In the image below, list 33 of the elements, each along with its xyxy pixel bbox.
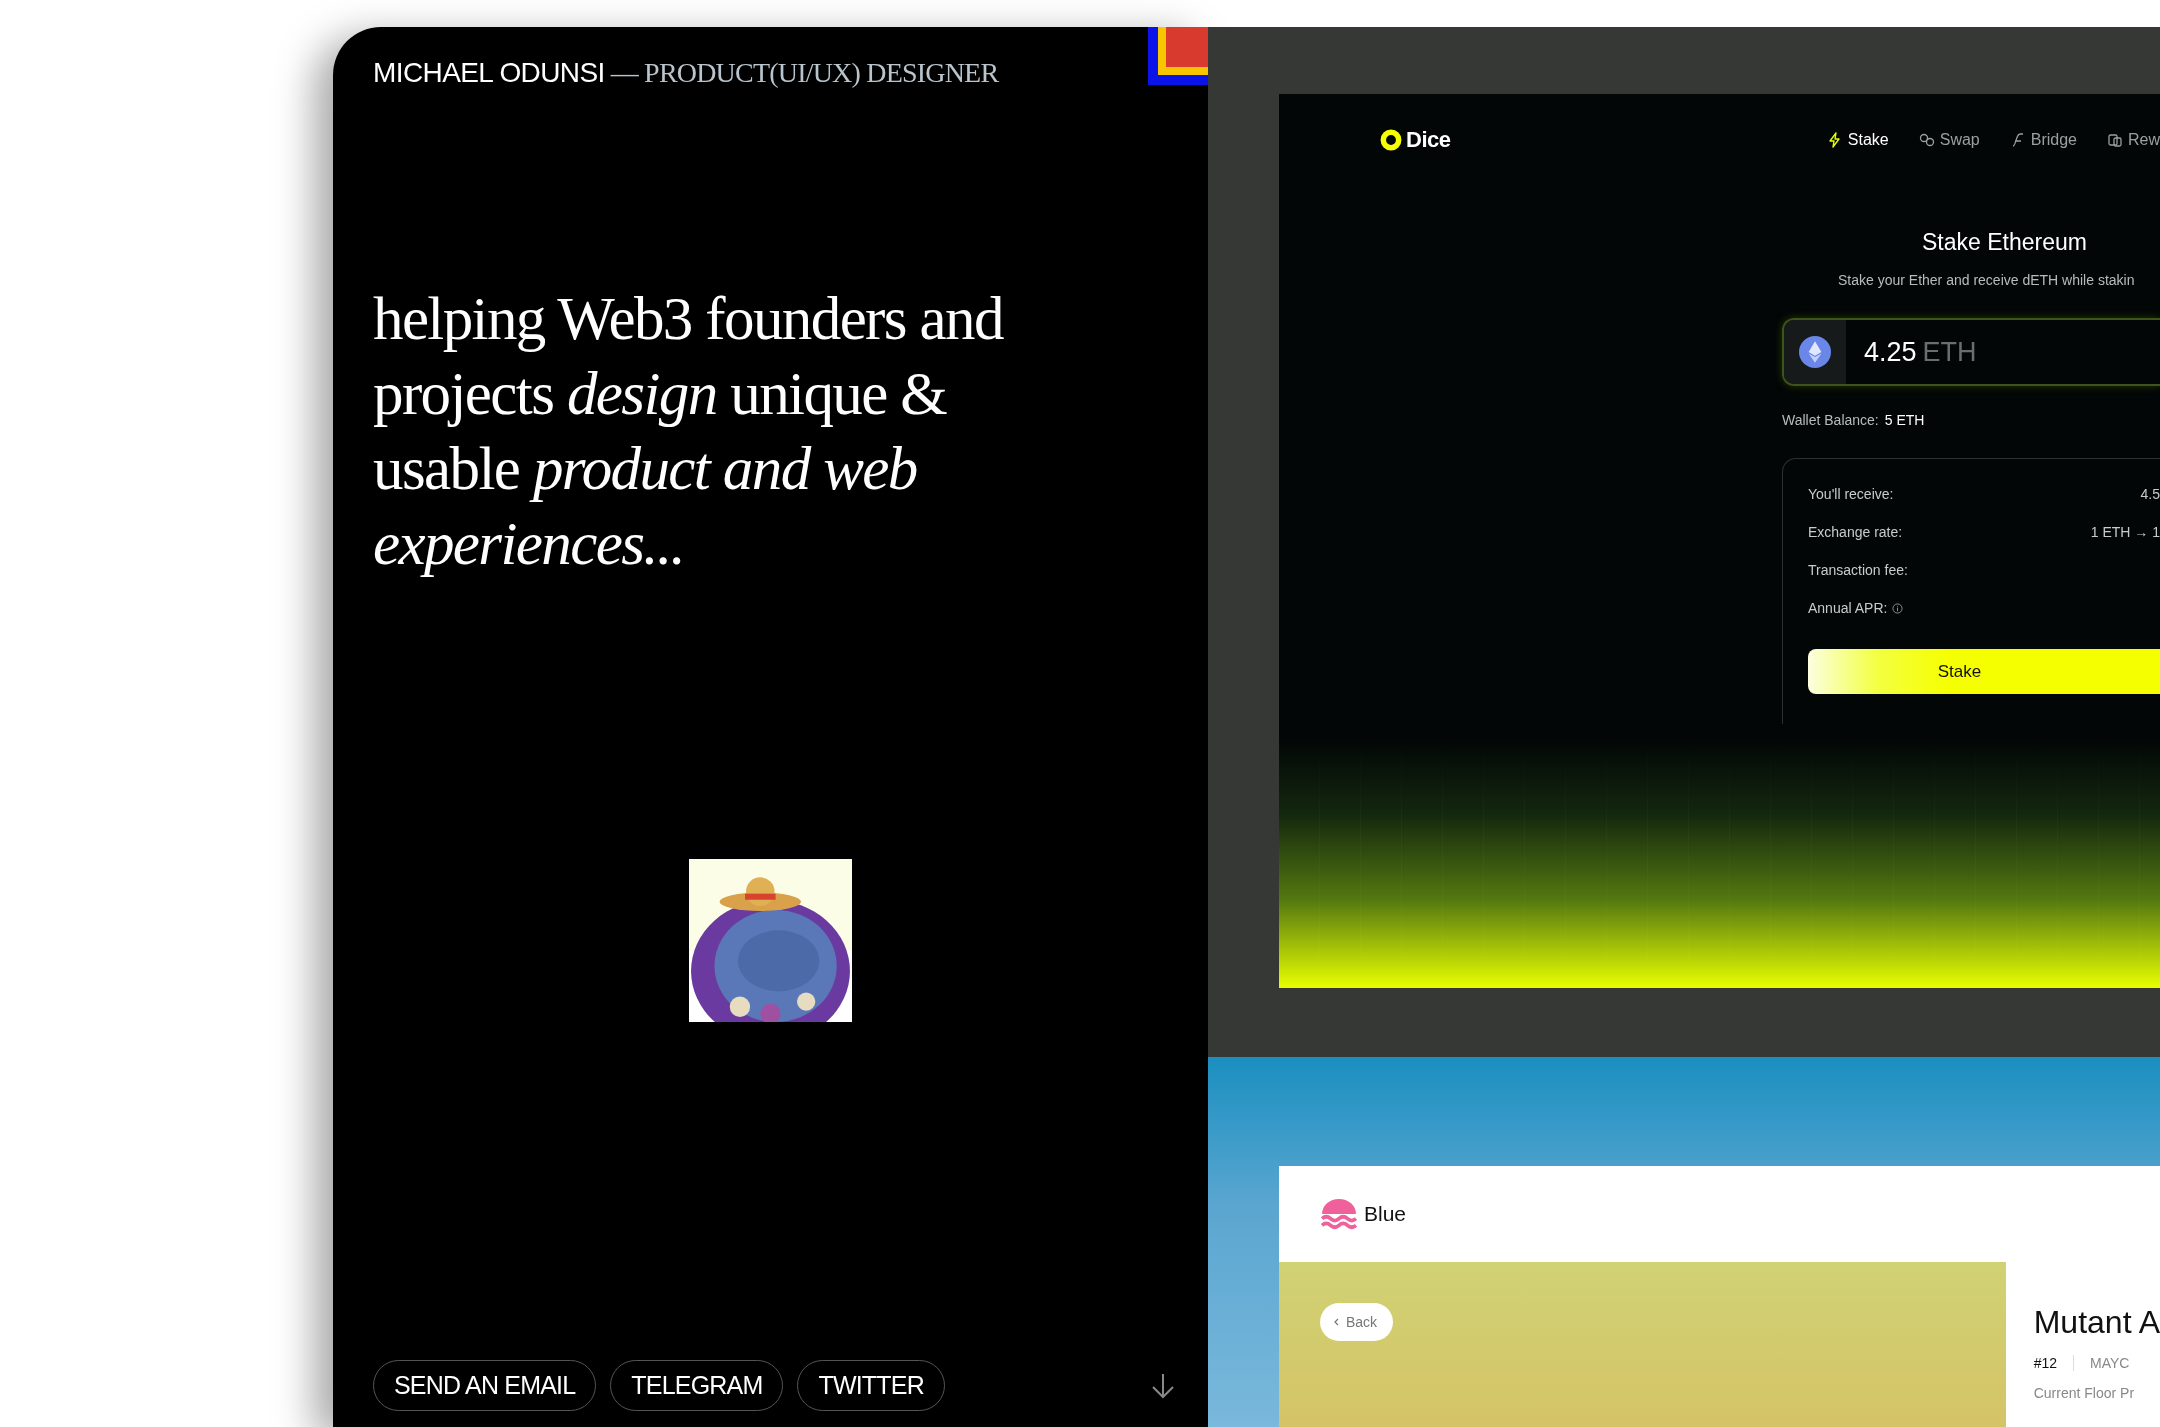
balance-label: Wallet Balance: — [1782, 412, 1879, 428]
nav-link[interactable]: Rew — [2107, 131, 2160, 149]
detail-label: Annual APR: — [1808, 600, 1888, 616]
nav-link[interactable]: Stake — [1826, 131, 1889, 149]
detail-value: 1 ETH → 1 — [2090, 524, 2160, 540]
designer-name: MICHAEL ODUNSI — [373, 57, 605, 88]
ethereum-icon — [1799, 336, 1831, 368]
page-title: Stake Ethereum — [1921, 229, 2088, 256]
logo-icon — [1380, 129, 1402, 151]
detail-label: Transaction fee: — [1808, 562, 1908, 578]
color-squares-icon — [1148, 27, 1208, 85]
balance-value: 5 ETH — [1884, 412, 1925, 428]
hero-text: helping Web3 founders and projects design unique & usable product and web experiences... — [373, 284, 1005, 579]
nft-title: Mutant A — [2033, 1304, 2160, 1341]
detail-label: Exchange rate: — [1808, 524, 1903, 540]
stake-button[interactable]: Stake — [1808, 649, 2160, 694]
swap-icon — [1918, 132, 1935, 148]
nav-link[interactable]: Swap — [1918, 131, 1980, 149]
detail-value: 4.5 — [2140, 486, 2160, 502]
back-button[interactable]: Back — [1320, 1303, 1394, 1341]
page-subtitle: Stake your Ether and receive dETH while stakin — [1837, 272, 2136, 288]
logo-text: Dice — [1406, 127, 1451, 153]
amount-field[interactable]: 4.25 ETH — [1782, 318, 2160, 386]
nft-tag: MAYC — [2073, 1355, 2146, 1371]
logo-text: Blue — [1364, 1202, 1407, 1226]
floor-price-label: Current Floor Pr — [2033, 1385, 2136, 1401]
nft-tag: #12 — [2033, 1355, 2074, 1371]
nav-link[interactable]: Bridge — [2009, 131, 2077, 149]
designer-role: — PRODUCT(UI/UX) DESIGNER — [610, 57, 999, 88]
coins-icon — [2107, 132, 2123, 148]
logo-icon — [1320, 1198, 1358, 1230]
info-icon[interactable] — [1892, 602, 1904, 614]
detail-label: You'll receive: — [1808, 486, 1894, 502]
